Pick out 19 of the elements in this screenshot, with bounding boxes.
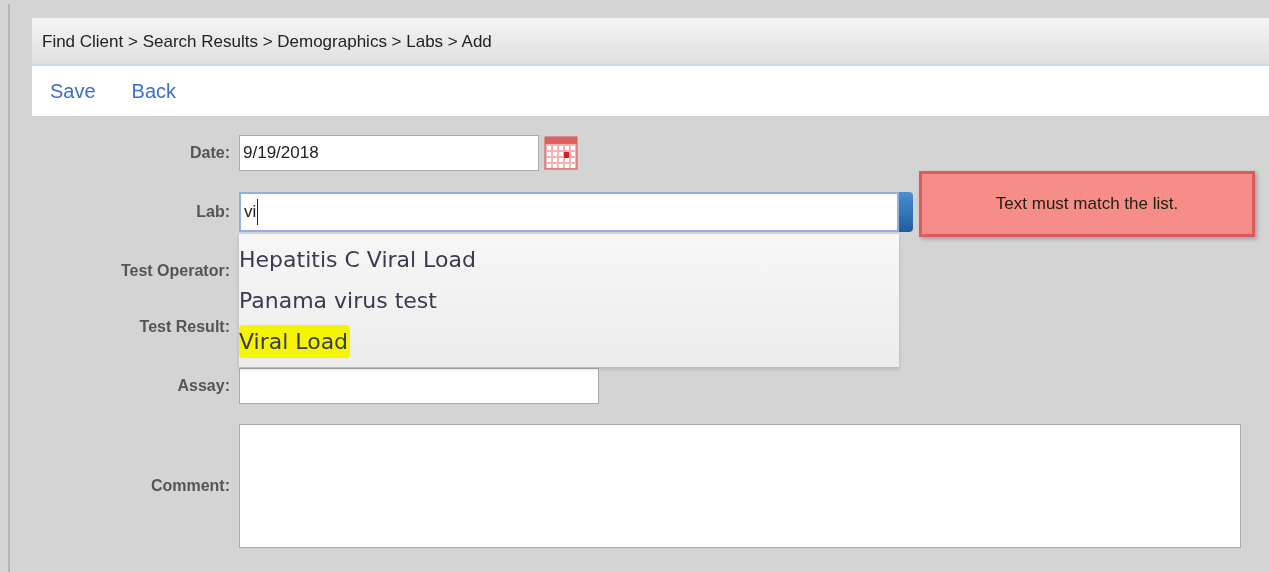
field-label: Assay: xyxy=(177,376,230,396)
assay-field[interactable] xyxy=(239,368,599,404)
field-label: Date: xyxy=(190,143,230,163)
suggestion-item[interactable]: Viral Load xyxy=(239,325,351,358)
suggestion-item[interactable]: Panama virus test xyxy=(239,284,439,317)
toolbar-link[interactable]: Back xyxy=(113,66,195,116)
field-label: Lab: xyxy=(196,202,230,222)
suggestion-item[interactable]: Hepatitis C Viral Load xyxy=(239,243,478,276)
comment-field[interactable] xyxy=(239,424,1241,548)
breadcrumb: Find Client > Search Results > Demographics > Labs > Add xyxy=(42,30,492,53)
side-button[interactable] xyxy=(899,192,913,232)
date-field[interactable]: 9/19/2018 xyxy=(239,135,539,171)
tooltip-text: Text must match the list. xyxy=(995,193,1179,216)
toolbar-link[interactable]: Save xyxy=(32,66,114,116)
calendar-icon[interactable] xyxy=(543,135,579,171)
field-label: Test Result: xyxy=(139,317,230,337)
field-label: Comment: xyxy=(150,476,230,496)
field-label: Test Operator: xyxy=(120,261,230,281)
lab-field[interactable]: vi xyxy=(239,192,899,232)
